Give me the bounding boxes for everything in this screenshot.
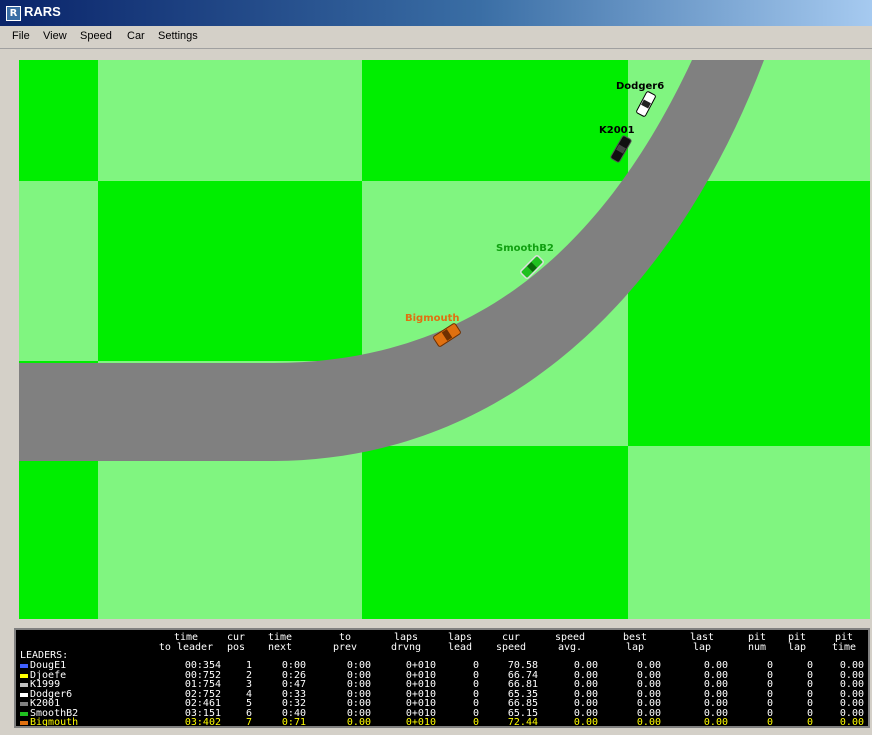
car-color-swatch <box>20 664 28 668</box>
car-color-swatch <box>20 711 28 716</box>
cell-time_to_prev: 0.00 <box>346 717 371 728</box>
grass-tile <box>19 60 98 181</box>
column-header-pit_time: time <box>831 642 857 653</box>
menu-speed[interactable]: Speed <box>80 30 112 42</box>
cell-pit_lap: 0 <box>806 717 813 728</box>
car-color-swatch <box>20 683 28 687</box>
column-header-time_to_next: next <box>267 642 293 653</box>
car-color-swatch <box>20 702 28 706</box>
cell-cur_speed: 72.44 <box>507 717 538 728</box>
cell-laps_lead: 0 <box>472 717 479 728</box>
cell-pit_time: 0.00 <box>839 717 864 728</box>
column-header-time_to_leader: to leader <box>158 642 214 653</box>
cell-pit_num: 0 <box>766 717 773 728</box>
grass-tile <box>362 446 628 619</box>
track-view[interactable]: Dodger6 K2001 SmoothB2 Bigmouth <box>19 60 870 619</box>
menu-bar: File View Speed Car Settings <box>0 26 872 49</box>
cell-best_lap: 0.00 <box>636 717 661 728</box>
menu-file[interactable]: File <box>12 30 30 42</box>
column-header-pit_lap: lap <box>787 642 807 653</box>
column-header-best_lap: lap <box>625 642 645 653</box>
column-header-last_lap: lap <box>692 642 712 653</box>
menu-settings[interactable]: Settings <box>158 30 198 42</box>
column-header-laps_driven: drvng <box>390 642 422 653</box>
car-label-smoothb2: SmoothB2 <box>496 243 554 254</box>
grass-tile <box>98 181 362 361</box>
car-color-swatch <box>20 721 28 725</box>
car-label-k2001: K2001 <box>599 125 635 136</box>
leader-board: LEADERS: time to leader cur pos time next to pr… <box>14 628 870 728</box>
driver-name: Bigmouth <box>30 717 79 728</box>
cell-last_lap: 0.00 <box>703 717 728 728</box>
cell-time_to_next: 0:71 <box>281 717 306 728</box>
column-header-time_to_prev: prev <box>332 642 358 653</box>
column-header-laps_lead: lead <box>447 642 473 653</box>
app-icon: R <box>6 6 21 21</box>
window-title: RARS <box>24 4 61 19</box>
car-label-bigmouth: Bigmouth <box>405 313 460 324</box>
column-header-cur_speed: speed <box>495 642 527 653</box>
title-bar: R RARS <box>0 0 872 26</box>
column-header-speed_avg: avg. <box>557 642 583 653</box>
track-canvas: Dodger6 K2001 SmoothB2 Bigmouth <box>19 60 870 619</box>
cell-laps_driven: 0+010 <box>405 717 436 728</box>
column-header-cur_pos: pos <box>226 642 246 653</box>
menu-car[interactable]: Car <box>127 30 145 42</box>
car-color-swatch <box>20 673 28 678</box>
column-header-pit_num: num <box>747 642 767 653</box>
grass-tile <box>362 60 628 181</box>
cell-speed_avg: 0.00 <box>573 717 598 728</box>
cell-cur_pos: 7 <box>245 717 252 728</box>
car-label-dodger6: Dodger6 <box>616 81 664 92</box>
car-color-swatch <box>20 692 28 697</box>
cell-time_to_leader: 03:402 <box>184 717 221 728</box>
menu-view[interactable]: View <box>43 30 67 42</box>
